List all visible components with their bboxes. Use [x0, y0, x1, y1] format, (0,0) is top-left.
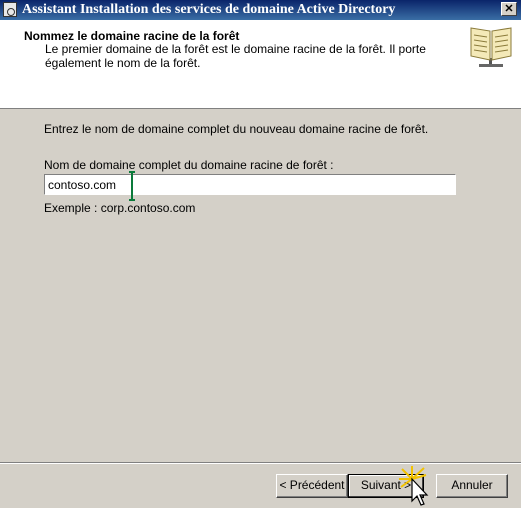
wizard-header: Nommez le domaine racine de la forêt Le … [0, 20, 521, 109]
title-bar: Assistant Installation des services de d… [0, 0, 521, 20]
text-cursor-icon [129, 171, 135, 201]
page-title: Nommez le domaine racine de la forêt [24, 29, 240, 43]
mouse-pointer-icon [399, 466, 429, 506]
previous-button[interactable]: < Précédent [276, 474, 348, 498]
page-description: Le premier domaine de la forêt est le do… [45, 42, 426, 70]
example-text: Exemple : corp.contoso.com [44, 201, 196, 215]
close-button[interactable]: ✕ [501, 2, 517, 16]
fqdn-input[interactable] [44, 174, 456, 195]
wizard-content: Entrez le nom de domaine complet du nouv… [0, 110, 521, 460]
intro-text: Entrez le nom de domaine complet du nouv… [44, 122, 429, 136]
footer-separator [0, 462, 521, 464]
wizard-app-icon [3, 2, 17, 17]
book-icon [470, 27, 512, 67]
fqdn-label: Nom de domaine complet du domaine racine… [44, 158, 334, 172]
ad-ds-installation-wizard: Assistant Installation des services de d… [0, 0, 521, 508]
cancel-button[interactable]: Annuler [436, 474, 508, 498]
window-title: Assistant Installation des services de d… [22, 2, 396, 17]
